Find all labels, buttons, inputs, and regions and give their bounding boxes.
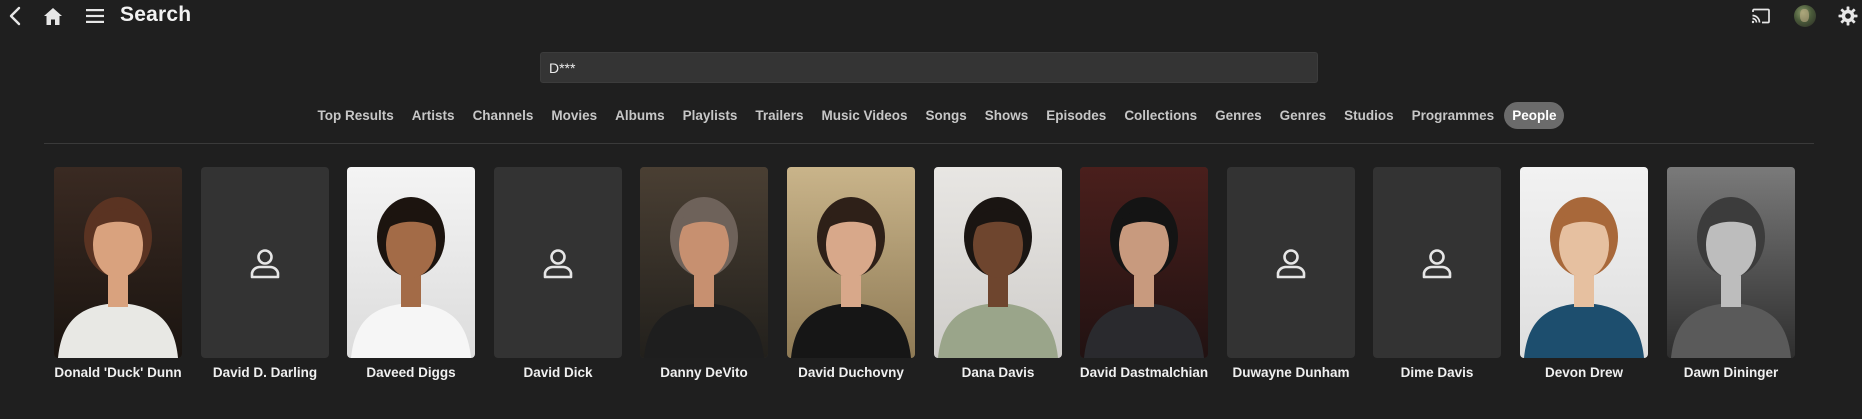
person-name[interactable]: Daveed Diggs: [333, 365, 489, 380]
person-name[interactable]: David Dick: [480, 365, 636, 380]
page-title: Search: [120, 3, 192, 26]
back-button[interactable]: [0, 2, 30, 30]
tab-music-videos[interactable]: Music Videos: [813, 102, 915, 129]
person-placeholder[interactable]: [1227, 167, 1355, 358]
person-photo[interactable]: [1667, 167, 1795, 358]
tab-studios[interactable]: Studios: [1336, 102, 1402, 129]
person-placeholder[interactable]: [1373, 167, 1501, 358]
app-header: Search: [0, 0, 1862, 32]
person-placeholder[interactable]: [494, 167, 622, 358]
chevron-left-icon: [9, 6, 21, 26]
person-name[interactable]: Devon Drew: [1506, 365, 1662, 380]
person-placeholder-icon: [1422, 248, 1452, 278]
person-name[interactable]: Danny DeVito: [626, 365, 782, 380]
tab-top-results[interactable]: Top Results: [310, 102, 402, 129]
tab-artists[interactable]: Artists: [404, 102, 463, 129]
person-photo[interactable]: [787, 167, 915, 358]
cast-icon: [1751, 8, 1770, 24]
person-name[interactable]: Duwayne Dunham: [1213, 365, 1369, 380]
tab-shows[interactable]: Shows: [977, 102, 1037, 129]
tab-people[interactable]: People: [1504, 102, 1565, 129]
gear-icon: [1838, 6, 1858, 26]
divider: [44, 143, 1814, 144]
person-name[interactable]: David Dastmalchian: [1066, 365, 1222, 380]
person-placeholder-icon: [543, 248, 573, 278]
tab-songs[interactable]: Songs: [918, 102, 975, 129]
person-name[interactable]: David Duchovny: [773, 365, 929, 380]
tab-collections[interactable]: Collections: [1116, 102, 1205, 129]
menu-button[interactable]: [80, 2, 110, 30]
search-category-tabs: Top Results Artists Channels Movies Albums Pl…: [0, 100, 1862, 131]
person-placeholder[interactable]: [201, 167, 329, 358]
home-icon: [44, 7, 62, 25]
person-name[interactable]: Donald 'Duck' Dunn: [40, 365, 196, 380]
person-photo[interactable]: [640, 167, 768, 358]
tab-movies[interactable]: Movies: [543, 102, 605, 129]
person-name[interactable]: Dana Davis: [920, 365, 1076, 380]
person-name[interactable]: Dime Davis: [1359, 365, 1515, 380]
tab-genres[interactable]: Genres: [1207, 102, 1270, 129]
person-placeholder-icon: [1276, 248, 1306, 278]
settings-button[interactable]: [1833, 2, 1862, 30]
people-results: Donald 'Duck' Dunn David D. Darling Daveed…: [0, 167, 1862, 397]
tab-episodes[interactable]: Episodes: [1038, 102, 1114, 129]
person-placeholder-icon: [250, 248, 280, 278]
person-photo[interactable]: [1080, 167, 1208, 358]
search-input[interactable]: [540, 52, 1318, 83]
person-photo[interactable]: [347, 167, 475, 358]
tab-genres[interactable]: Genres: [1272, 102, 1335, 129]
tab-channels[interactable]: Channels: [465, 102, 542, 129]
person-name[interactable]: David D. Darling: [187, 365, 343, 380]
person-photo[interactable]: [1520, 167, 1648, 358]
tab-programmes[interactable]: Programmes: [1404, 102, 1503, 129]
home-button[interactable]: [38, 2, 68, 30]
person-photo[interactable]: [54, 167, 182, 358]
user-avatar[interactable]: [1794, 5, 1816, 27]
person-photo[interactable]: [934, 167, 1062, 358]
cast-button[interactable]: [1746, 2, 1776, 30]
tab-albums[interactable]: Albums: [607, 102, 673, 129]
hamburger-menu-icon: [86, 9, 104, 23]
tab-playlists[interactable]: Playlists: [675, 102, 746, 129]
tab-trailers[interactable]: Trailers: [747, 102, 811, 129]
person-name[interactable]: Dawn Dininger: [1653, 365, 1809, 380]
